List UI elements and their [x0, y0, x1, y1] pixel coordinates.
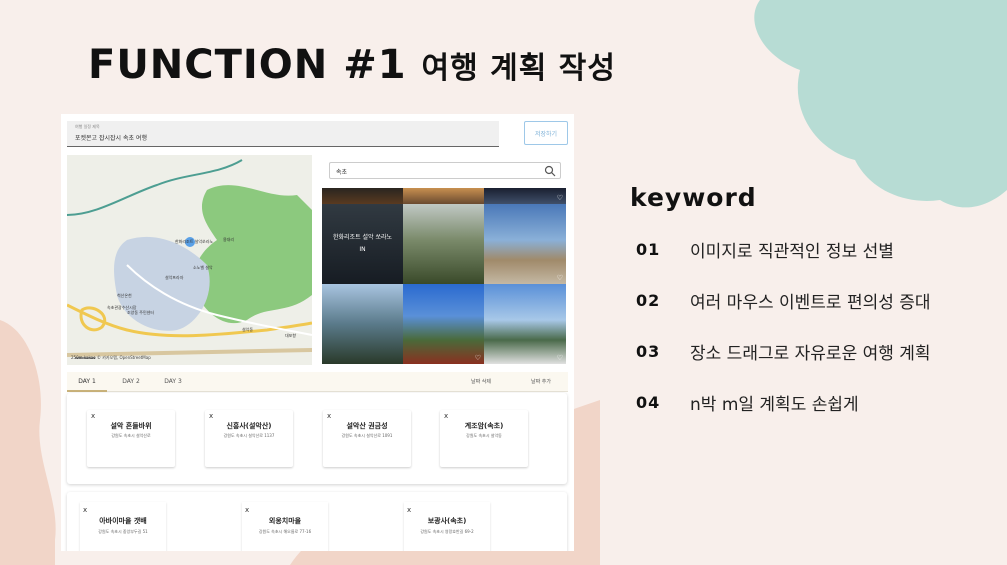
keyword-number: 03 [636, 342, 661, 361]
place-photo[interactable]: ♡ [403, 284, 484, 364]
map-label-3: 설악프라자 [165, 275, 184, 280]
place-address: 강원도 속초시 설악동 [466, 433, 502, 438]
place-name: 설악 흔들바위 [110, 422, 152, 430]
place-card[interactable]: x 계조암(속초) 강원도 속초시 설악동 [440, 410, 528, 467]
keyword-number: 01 [636, 240, 661, 259]
place-address: 강원도 속초시 중앙부두길 51 [98, 529, 148, 534]
tab-day-1[interactable]: DAY 1 [67, 372, 107, 392]
tab-day-2[interactable]: DAY 2 [111, 372, 151, 392]
day-2-panel: x 아바이마을 갯배 강원도 속초시 중앙부두길 51 x 외옹치마을 강원도 … [67, 492, 567, 551]
map-credit: 250m kakao © 카카오맵, OpenStreetMap [71, 355, 151, 360]
delete-day-button[interactable]: 날짜 삭제 [471, 378, 491, 385]
place-photo[interactable] [322, 188, 403, 204]
close-icon[interactable]: x [209, 412, 213, 420]
place-card[interactable]: x 설악 흔들바위 강원도 속초시 설악산로 [87, 410, 175, 467]
place-card[interactable]: x 설악산 권금성 강원도 속초시 설악산로 1091 [323, 410, 411, 467]
place-address: 강원도 속초시 영랑호반길 69-2 [420, 529, 474, 534]
close-icon[interactable]: x [83, 506, 87, 514]
place-photo[interactable]: 한화리조트 설악 쏘라노 IN [322, 204, 403, 284]
place-photo[interactable] [322, 284, 403, 364]
keyword-text: 장소 드래그로 자유로운 여행 계획 [690, 344, 931, 364]
keyword-number: 04 [636, 393, 661, 412]
heart-icon[interactable]: ♡ [557, 274, 563, 282]
place-card[interactable]: x 보광사(속초) 강원도 속초시 영랑호반길 69-2 [404, 502, 490, 551]
keyword-number: 02 [636, 291, 661, 310]
overlay-add-label: IN [359, 246, 366, 253]
trip-title-value: 포켓몬고 잡시잡시 속초 여행 [75, 135, 147, 142]
close-icon[interactable]: x [327, 412, 331, 420]
map-label-7: 조양동 주민센터 [127, 310, 155, 315]
close-icon[interactable]: x [407, 506, 411, 514]
heart-icon[interactable]: ♡ [557, 354, 563, 362]
keyword-text: n박 m일 계획도 손쉽게 [690, 395, 859, 415]
place-photo[interactable]: ♡ [484, 284, 566, 364]
slide-title: FUNCTION #1 여행 계획 작성 [88, 42, 616, 88]
keyword-text: 이미지로 직관적인 정보 선별 [690, 242, 894, 262]
day-1-panel: x 설악 흔들바위 강원도 속초시 설악산로 x 신흥사(설악산) 강원도 속초… [67, 393, 567, 484]
heart-icon[interactable]: ♡ [475, 354, 481, 362]
map-label-9: 대포항 [285, 333, 297, 338]
slide-title-en: FUNCTION #1 [88, 42, 407, 88]
photo-hover-overlay[interactable]: 한화리조트 설악 쏘라노 IN [322, 204, 403, 284]
place-address: 강원도 속초시 설악산로 1137 [223, 433, 275, 438]
close-icon[interactable]: x [91, 412, 95, 420]
place-photo[interactable] [403, 204, 484, 284]
app-screenshot: 여행 일정 제목 포켓몬고 잡시잡시 속초 여행 저장하기 한화리조트 설악쏘라… [61, 114, 574, 551]
place-card[interactable]: x 아바이마을 갯배 강원도 속초시 중앙부두길 51 [80, 502, 166, 551]
heart-icon[interactable]: ♡ [557, 194, 563, 202]
overlay-place-name: 한화리조트 설악 쏘라노 [332, 234, 392, 241]
map-label-1: 한화리조트 설악쏘라노 [175, 239, 214, 244]
keyword-heading: keyword [630, 183, 757, 212]
place-name: 아바이마을 갯배 [99, 517, 147, 525]
trip-title-field[interactable]: 여행 일정 제목 포켓몬고 잡시잡시 속초 여행 [67, 121, 499, 147]
place-address: 강원도 속초시 설악산로 1091 [341, 433, 393, 438]
close-icon[interactable]: x [245, 506, 249, 514]
search-input[interactable] [336, 166, 526, 176]
trip-title-label: 여행 일정 제목 [75, 124, 100, 129]
add-day-button[interactable]: 날짜 추가 [531, 378, 551, 385]
place-name: 보광사(속초) [427, 517, 467, 525]
place-photo[interactable]: ♡ [484, 188, 566, 204]
day-tabs: DAY 1 DAY 2 DAY 3 날짜 삭제 날짜 추가 [67, 372, 568, 392]
place-name: 외옹치마을 [268, 517, 302, 525]
save-button[interactable]: 저장하기 [524, 121, 568, 145]
place-card[interactable]: x 외옹치마을 강원도 속초시 해오름로 77-16 [242, 502, 328, 551]
map-label-8: 설악동 [242, 327, 254, 332]
place-address: 강원도 속초시 설악산로 [111, 433, 151, 438]
keyword-text: 여러 마우스 이벤트로 편의성 증대 [690, 293, 931, 313]
map-label-2: 용대리 [223, 237, 235, 242]
place-name: 설악산 권금성 [346, 422, 388, 430]
search-icon[interactable] [544, 165, 556, 177]
slide-title-ko: 여행 계획 작성 [421, 51, 616, 86]
close-icon[interactable]: x [444, 412, 448, 420]
map-label-4: 소노벨 설악 [193, 265, 213, 270]
place-name: 계조암(속초) [464, 422, 504, 430]
place-card[interactable]: x 신흥사(설악산) 강원도 속초시 설악산로 1137 [205, 410, 293, 467]
place-search[interactable] [329, 162, 561, 179]
map-label-6: 척산온천 [117, 293, 132, 298]
map-graphic [67, 155, 312, 365]
place-photo[interactable]: ♡ [484, 204, 566, 284]
tab-day-3[interactable]: DAY 3 [153, 372, 193, 392]
place-photo-grid: ♡ 한화리조트 설악 쏘라노 IN ♡ ♡ ♡ [322, 188, 566, 364]
place-address: 강원도 속초시 해오름로 77-16 [258, 529, 312, 534]
place-name: 신흥사(설악산) [226, 422, 272, 430]
map-view[interactable]: 한화리조트 설악쏘라노 용대리 설악프라자 소노벨 설악 속초관광수산시장 척산… [67, 155, 312, 365]
place-photo[interactable] [403, 188, 484, 204]
